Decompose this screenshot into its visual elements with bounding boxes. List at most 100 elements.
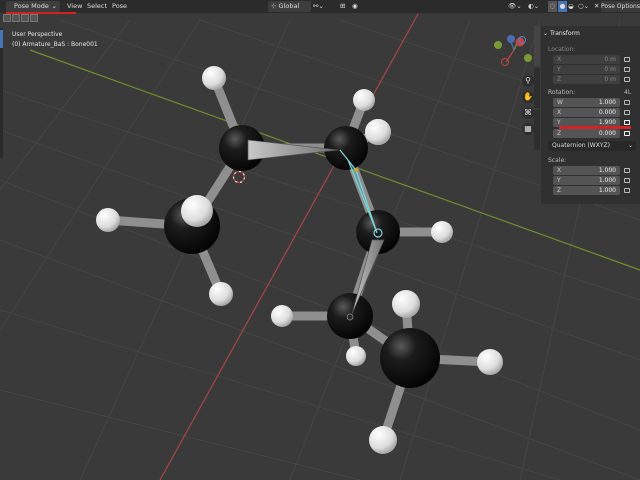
select-intersect-icon[interactable]	[30, 14, 38, 22]
rotation-z-field[interactable]: Z 0.000	[553, 129, 620, 138]
tool-strip	[0, 14, 38, 24]
rotation-label: Rotation:	[548, 89, 576, 96]
menu-select[interactable]: Select	[84, 1, 110, 12]
rotation-x-field[interactable]: X 0.000	[553, 108, 620, 117]
orientation-label: Global	[278, 2, 300, 10]
hydrogen-atom	[181, 195, 213, 227]
rotation-w-field[interactable]: W 1.000	[553, 98, 620, 107]
field-value: 1.000	[598, 177, 616, 184]
field-value: 1.000	[598, 187, 616, 194]
scale-x-field[interactable]: X 1.000	[553, 166, 620, 175]
transform-orientation-dropdown[interactable]: ⊹ Global	[268, 1, 311, 12]
axis-label: X	[557, 167, 562, 174]
field-value: 0 m	[604, 56, 616, 63]
camera-icon[interactable]: ⌘	[522, 107, 534, 119]
bone-head-dot	[354, 168, 358, 172]
grid-view-icon[interactable]: ▦	[522, 123, 534, 135]
wireframe-icon[interactable]: ◌	[548, 1, 557, 12]
rendered-shading-icon[interactable]: ○⌄	[578, 1, 589, 12]
gizmo-neg-y-icon[interactable]	[524, 54, 532, 62]
location-x-field[interactable]: X 0 m	[553, 55, 620, 64]
axis-label: X	[557, 56, 562, 63]
pivot-icon[interactable]: ⚯⌄	[313, 1, 324, 12]
header-toolbar: Pose Mode ⌄ View Select Pose ⊹ Global ⚯⌄…	[0, 0, 640, 13]
lock-icon[interactable]	[624, 100, 630, 105]
axis-label: W	[557, 99, 563, 106]
hydrogen-atom	[431, 221, 453, 243]
field-value: 0 m	[604, 66, 616, 73]
lock-icon[interactable]	[624, 67, 630, 72]
location-y-field[interactable]: Y 0 m	[553, 65, 620, 74]
zoom-icon[interactable]: ⚲	[522, 75, 534, 87]
hydrogen-atom	[369, 426, 397, 454]
location-label: Location:	[548, 46, 576, 53]
close-icon[interactable]: ✕	[594, 1, 599, 12]
lock-icon[interactable]	[624, 120, 630, 125]
hydrogen-atom	[271, 305, 293, 327]
scale-z-field[interactable]: Z 1.000	[553, 186, 620, 195]
select-subtract-icon[interactable]	[21, 14, 29, 22]
menu-pose[interactable]: Pose	[109, 1, 130, 12]
menu-view[interactable]: View	[64, 1, 85, 12]
hydrogen-atom	[365, 119, 391, 145]
tab-item[interactable]	[534, 26, 540, 66]
solid-shading-icon[interactable]: ●	[558, 1, 567, 12]
hydrogen-atom	[202, 66, 226, 90]
lock-icon[interactable]	[624, 57, 630, 62]
transform-panel-header[interactable]: ⌄ Transform	[543, 28, 638, 39]
hydrogen-atom	[353, 89, 375, 111]
hydrogen-atom	[346, 346, 366, 366]
lock-icon[interactable]	[624, 110, 630, 115]
transform-panel: ⌄ Transform Location: X 0 m Y 0 m Z 0 m Rot…	[541, 26, 640, 204]
lock-icon[interactable]	[624, 131, 630, 136]
gizmo-z-icon[interactable]	[507, 35, 515, 43]
gizmo-y-icon[interactable]	[494, 41, 502, 49]
field-value: 0 m	[604, 76, 616, 83]
field-value: 0.000	[598, 130, 616, 137]
hand-pan-icon[interactable]: ✋	[522, 91, 534, 103]
sidebar-tabs	[534, 26, 540, 176]
gizmo-x-icon[interactable]	[515, 37, 525, 47]
hydrogen-atom	[477, 349, 503, 375]
lock-icon[interactable]	[624, 77, 630, 82]
rotation-mode-dropdown[interactable]: Quaternion (WXYZ) ⌄	[548, 141, 636, 151]
location-z-field[interactable]: Z 0 m	[553, 75, 620, 84]
proportional-icon[interactable]: ◉	[352, 1, 358, 12]
perspective-label: User Perspective	[12, 31, 63, 38]
mode-dropdown[interactable]: Pose Mode ⌄	[6, 1, 60, 12]
viewport-info: User Perspective (0) Armature_BaS : Bone…	[12, 30, 98, 50]
hydrogen-atom	[209, 282, 233, 306]
material-shading-icon[interactable]: ◒	[568, 1, 574, 12]
bone-joint[interactable]	[346, 313, 354, 321]
select-extend-icon[interactable]	[12, 14, 20, 22]
select-box-icon[interactable]	[3, 14, 11, 22]
field-value: 0.000	[598, 109, 616, 116]
axis-label: Z	[557, 187, 562, 194]
pose-options-button[interactable]: Pose Options	[601, 1, 640, 12]
lock-icon[interactable]	[624, 188, 630, 193]
chevron-down-icon: ⌄	[543, 30, 550, 37]
lock-icon[interactable]	[624, 168, 630, 173]
overlay-icon[interactable]: ◐⌄	[528, 1, 539, 12]
hydrogen-atom	[392, 290, 420, 318]
panel-title: Transform	[549, 30, 580, 37]
visibility-icon[interactable]: 👁⌄	[508, 1, 522, 12]
field-value: 1.000	[598, 167, 616, 174]
axis-label: Y	[557, 177, 561, 184]
field-value: 1.000	[598, 99, 616, 106]
axis-label: X	[557, 109, 562, 116]
active-object-label: (0) Armature_BaS : Bone001	[12, 41, 98, 48]
chevron-down-icon: ⌄	[51, 2, 57, 10]
tab-view[interactable]	[534, 110, 540, 150]
scale-y-field[interactable]: Y 1.000	[553, 176, 620, 185]
active-tool-indicator	[0, 30, 3, 48]
lock-icon[interactable]	[624, 178, 630, 183]
mode-label: Pose Mode	[14, 2, 49, 10]
carbon-atom	[324, 126, 368, 170]
tab-tool[interactable]	[534, 68, 540, 108]
rotation-4l-toggle[interactable]: 4L	[624, 89, 631, 96]
rotation-mode-label: Quaternion (WXYZ)	[552, 142, 610, 149]
axis-label: Z	[557, 76, 562, 83]
snap-icon[interactable]: ⊞	[340, 1, 345, 12]
axis-label: Y	[557, 66, 561, 73]
